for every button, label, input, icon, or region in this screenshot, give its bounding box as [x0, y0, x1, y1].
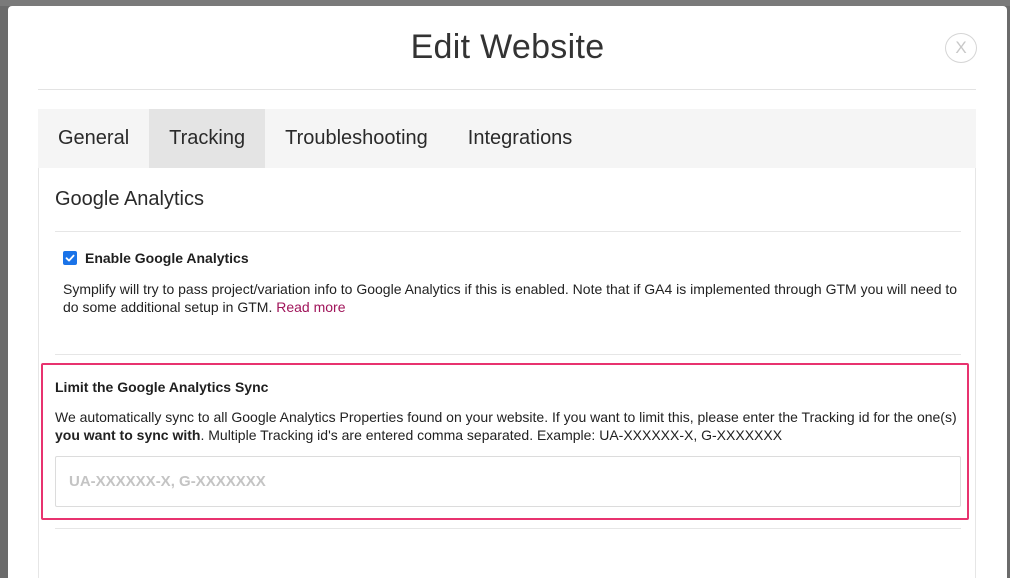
divider [55, 354, 961, 355]
ga-description: Symplify will try to pass project/variat… [63, 280, 963, 316]
limit-desc-part1: We automatically sync to all Google Anal… [55, 409, 957, 425]
checkmark-icon [65, 254, 75, 262]
tab-tracking[interactable]: Tracking [149, 109, 266, 168]
divider [55, 528, 961, 529]
section-title-google-analytics: Google Analytics [55, 188, 204, 210]
close-button[interactable]: X [945, 33, 977, 63]
limit-sync-title: Limit the Google Analytics Sync [55, 379, 269, 395]
edit-website-modal: Edit Website X General Tracking Troubles… [8, 6, 1007, 578]
tab-bar: General Tracking Troubleshooting Integra… [38, 109, 976, 168]
tab-troubleshooting[interactable]: Troubleshooting [265, 109, 448, 168]
enable-ga-row: Enable Google Analytics [63, 250, 249, 266]
limit-desc-part2: . Multiple Tracking id's are entered com… [200, 427, 783, 443]
enable-ga-label[interactable]: Enable Google Analytics [85, 250, 249, 266]
tab-integrations[interactable]: Integrations [448, 109, 593, 168]
tracking-panel: Google Analytics Enable Google Analytics… [38, 168, 976, 578]
ga-description-text: Symplify will try to pass project/variat… [63, 281, 958, 315]
modal-title: Edit Website [410, 28, 605, 66]
enable-ga-checkbox[interactable] [63, 251, 77, 265]
tab-general[interactable]: General [38, 109, 149, 168]
header-divider [38, 89, 976, 90]
limit-desc-bold: you want to sync with [55, 427, 201, 443]
divider [55, 231, 961, 232]
tracking-id-input[interactable] [55, 456, 961, 507]
limit-sync-section: Limit the Google Analytics Sync We autom… [41, 363, 969, 520]
limit-sync-description: We automatically sync to all Google Anal… [55, 408, 959, 444]
read-more-link[interactable]: Read more [276, 299, 345, 315]
